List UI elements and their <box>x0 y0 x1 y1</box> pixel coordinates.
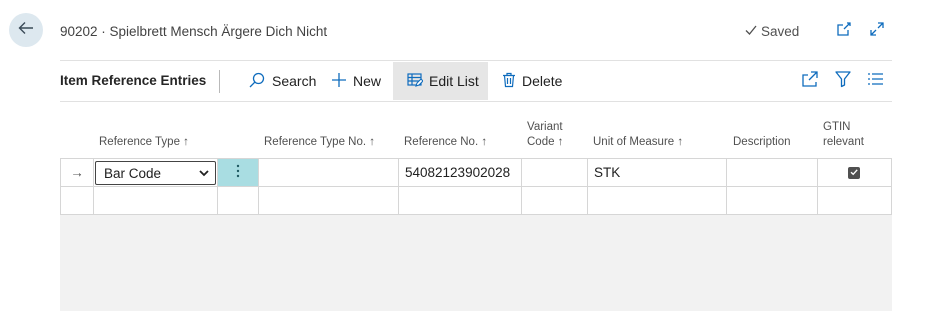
row-indicator <box>60 187 94 214</box>
toolbar-title: Item Reference Entries <box>60 73 207 88</box>
row-indicator: → <box>60 159 94 186</box>
new-button[interactable]: New <box>331 62 381 100</box>
expand-icon <box>868 20 886 43</box>
toolbar-divider <box>60 101 892 102</box>
cell-reference-type-no[interactable] <box>259 159 399 186</box>
row-arrow-icon: → <box>70 165 84 180</box>
header-divider <box>60 60 892 61</box>
toolbar-separator <box>219 70 220 93</box>
cell-reference-no[interactable] <box>399 187 522 214</box>
new-label: New <box>353 73 382 89</box>
delete-label: Delete <box>522 73 563 89</box>
search-button[interactable]: Search <box>248 62 316 100</box>
open-new-window-icon <box>835 20 853 43</box>
grid-header: Reference Type ↑ Reference Type No. ↑ Re… <box>60 103 892 158</box>
page-title: 90202 · Spielbrett Mensch Ärgere Dich Ni… <box>60 24 328 39</box>
table-row[interactable]: → Bar Code 54082123902028 STK <box>60 158 892 187</box>
cell-variant-code[interactable] <box>522 159 588 186</box>
back-button[interactable] <box>9 13 43 47</box>
reference-type-select[interactable]: Bar Code <box>95 161 216 185</box>
saved-label: Saved <box>761 24 800 39</box>
back-arrow-icon <box>17 19 35 42</box>
cell-reference-type[interactable] <box>94 187 218 214</box>
column-header-reference-type[interactable]: Reference Type ↑ <box>99 135 189 150</box>
list-view-icon <box>866 70 884 93</box>
edit-list-button[interactable]: Edit List <box>393 62 488 100</box>
table-row[interactable] <box>60 186 892 215</box>
column-header-unit-of-measure[interactable]: Unit of Measure ↑ <box>593 135 683 150</box>
gtin-relevant-checkbox[interactable] <box>848 167 860 179</box>
delete-button[interactable]: Delete <box>502 62 562 100</box>
cell-reference-type-no[interactable] <box>259 187 399 214</box>
trash-icon <box>502 72 516 91</box>
cell-description[interactable] <box>727 159 818 186</box>
edit-list-icon <box>407 72 424 91</box>
filter-button[interactable] <box>833 70 853 93</box>
open-new-window-button[interactable] <box>834 21 854 41</box>
cell-row-actions <box>218 159 259 186</box>
share-button[interactable] <box>800 70 820 93</box>
checkmark-icon <box>744 23 758 40</box>
expand-button[interactable] <box>867 21 887 41</box>
cell-description[interactable] <box>727 187 818 214</box>
cell-row-actions <box>218 187 259 214</box>
column-header-reference-type-no[interactable]: Reference Type No. ↑ <box>264 135 375 150</box>
checkmark-icon <box>849 164 859 182</box>
cell-unit-of-measure[interactable]: STK <box>588 159 727 186</box>
item-reference-grid: → Bar Code 54082123902028 STK <box>60 158 892 311</box>
search-icon <box>248 71 266 92</box>
cell-gtin-relevant[interactable] <box>818 187 892 214</box>
column-header-gtin-relevant[interactable]: GTIN relevant <box>823 120 864 150</box>
plus-icon <box>331 72 347 91</box>
reference-type-value: Bar Code <box>104 165 162 181</box>
chevron-down-icon <box>197 166 211 183</box>
cell-variant-code[interactable] <box>522 187 588 214</box>
cell-unit-of-measure[interactable] <box>588 187 727 214</box>
search-label: Search <box>272 73 317 89</box>
saved-status: Saved <box>744 23 799 40</box>
edit-list-label: Edit List <box>429 73 479 89</box>
column-header-reference-no[interactable]: Reference No. ↑ <box>404 135 487 150</box>
filter-icon <box>834 70 852 93</box>
cell-reference-no[interactable]: 54082123902028 <box>399 159 522 186</box>
column-header-description[interactable]: Description <box>733 135 791 150</box>
share-icon <box>801 70 819 93</box>
list-view-button[interactable] <box>865 71 885 91</box>
column-header-variant-code[interactable]: Variant Code ↑ <box>527 120 563 150</box>
